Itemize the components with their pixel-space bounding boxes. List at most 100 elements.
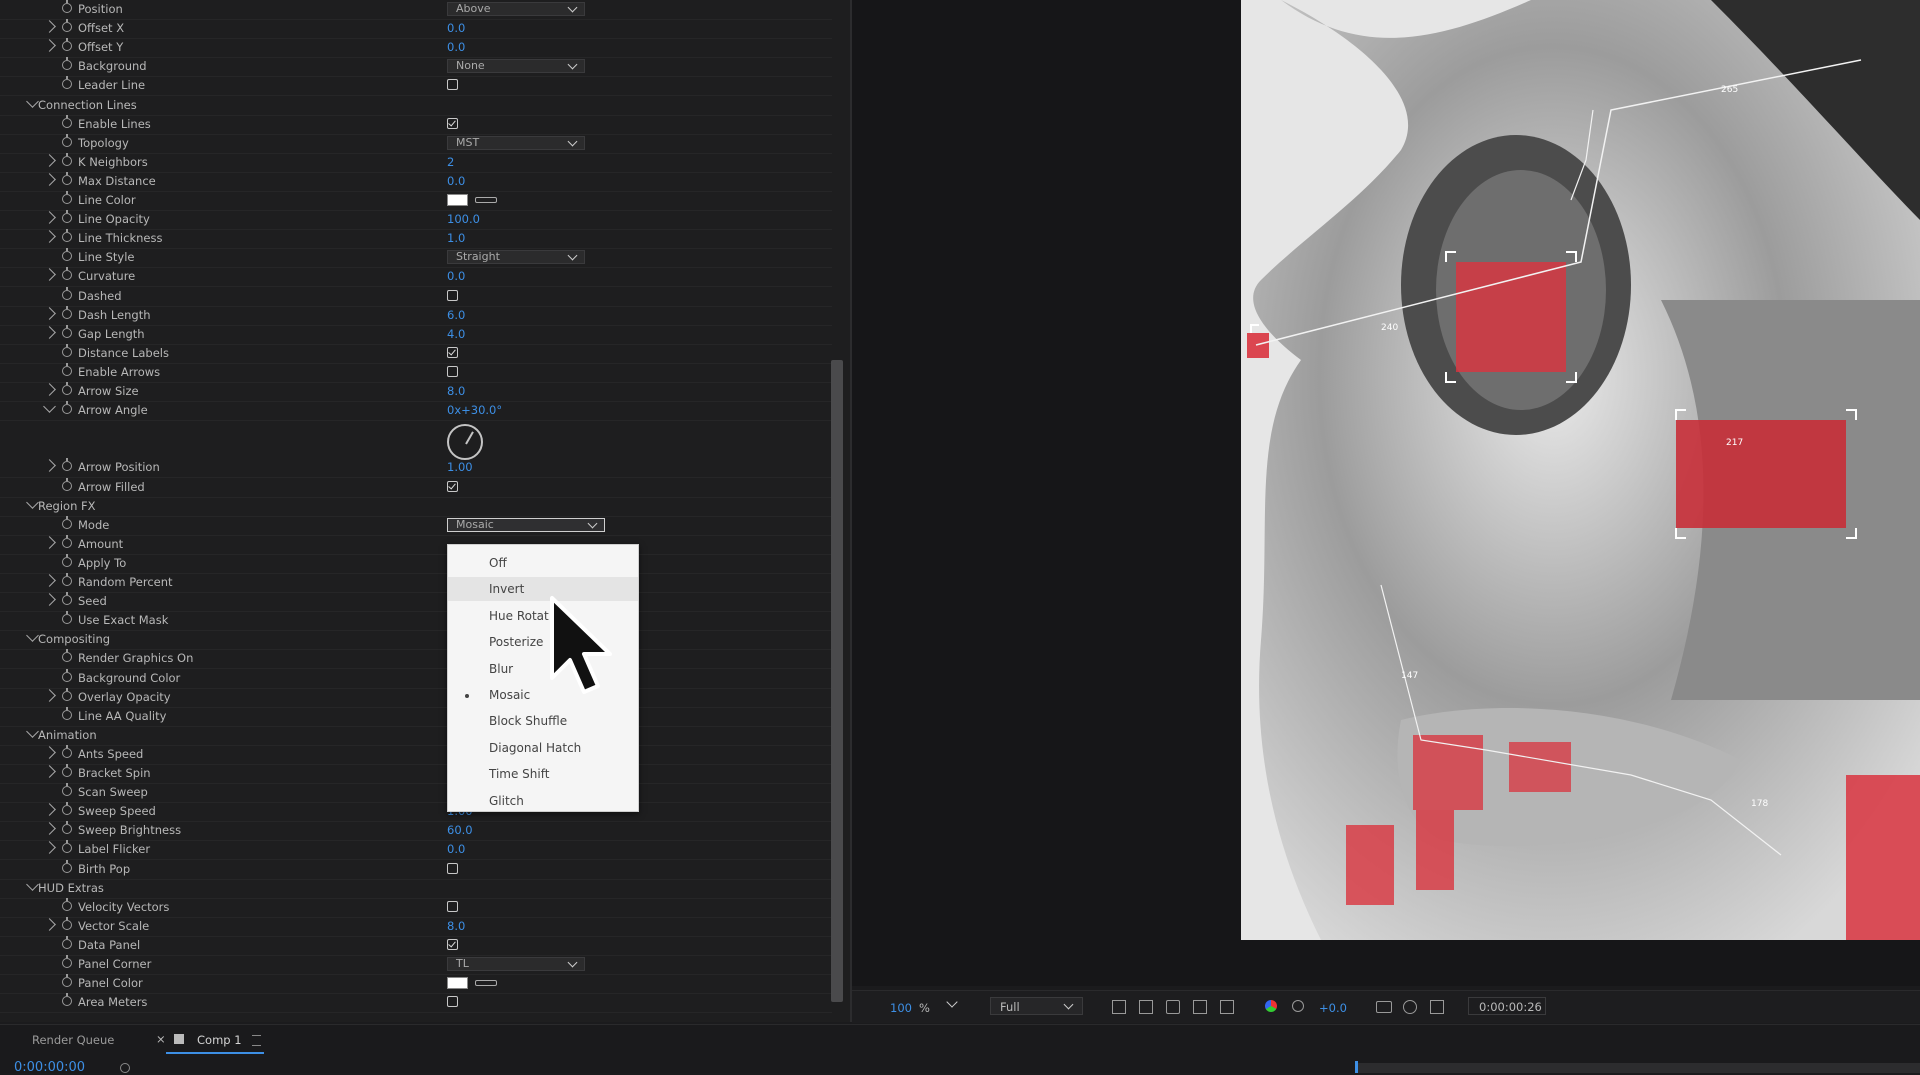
timecode-field[interactable]: 0:00:00:26 — [1468, 997, 1546, 1015]
stopwatch-icon[interactable] — [62, 534, 72, 548]
numeric-value[interactable]: 0.0 — [447, 40, 465, 54]
disclosure-triangle-icon[interactable] — [26, 94, 39, 108]
stopwatch-icon[interactable] — [62, 993, 72, 1007]
checkbox[interactable] — [447, 346, 458, 358]
numeric-value[interactable]: 8.0 — [447, 384, 465, 398]
disclosure-triangle-icon[interactable] — [43, 535, 56, 549]
stopwatch-icon[interactable] — [62, 343, 72, 357]
color-swatch[interactable] — [447, 977, 468, 990]
stopwatch-icon[interactable] — [62, 382, 72, 395]
tab-render-queue[interactable]: Render Queue — [32, 1033, 114, 1047]
disclosure-triangle-icon[interactable] — [43, 306, 56, 320]
disclosure-triangle-icon[interactable] — [43, 459, 56, 473]
menu-item-time-shift[interactable]: Time Shift — [448, 762, 638, 786]
stopwatch-icon[interactable] — [62, 401, 72, 415]
group-label[interactable]: HUD Extras — [38, 881, 104, 895]
disclosure-triangle-icon[interactable] — [43, 20, 56, 33]
stopwatch-icon[interactable] — [62, 57, 72, 71]
stopwatch-icon[interactable] — [62, 38, 72, 52]
stopwatch-icon[interactable] — [62, 305, 72, 319]
checkbox[interactable] — [447, 79, 458, 91]
disclosure-triangle-icon[interactable] — [43, 325, 56, 339]
disclosure-triangle-icon[interactable] — [43, 153, 56, 167]
disclosure-triangle-icon[interactable] — [43, 400, 56, 413]
numeric-value[interactable]: 0.0 — [447, 269, 465, 283]
disclosure-triangle-icon[interactable] — [43, 688, 56, 702]
checkbox[interactable] — [447, 480, 458, 492]
disclosure-triangle-icon[interactable] — [26, 629, 39, 643]
resolution-dropdown[interactable]: Full — [990, 997, 1083, 1015]
stopwatch-icon[interactable] — [62, 744, 72, 758]
checkbox[interactable] — [447, 117, 458, 129]
group-label[interactable]: Connection Lines — [38, 98, 137, 112]
stopwatch-icon[interactable] — [62, 649, 72, 663]
stopwatch-icon[interactable] — [62, 191, 72, 204]
stopwatch-icon[interactable] — [62, 592, 72, 606]
stopwatch-icon[interactable] — [62, 114, 72, 128]
stopwatch-icon[interactable] — [62, 783, 72, 797]
numeric-value[interactable]: 0x+30.0° — [447, 403, 502, 417]
close-icon[interactable]: × — [156, 1032, 166, 1046]
disclosure-triangle-icon[interactable] — [43, 746, 56, 759]
disclosure-triangle-icon[interactable] — [43, 822, 56, 836]
stopwatch-icon[interactable] — [62, 573, 72, 586]
menu-item-diagonal-hatch[interactable]: Diagonal Hatch — [448, 736, 638, 760]
stopwatch-icon[interactable] — [62, 0, 72, 13]
numeric-value[interactable]: 0.0 — [447, 21, 465, 35]
disclosure-triangle-icon[interactable] — [43, 39, 56, 53]
disclosure-triangle-icon[interactable] — [43, 268, 56, 282]
stopwatch-icon[interactable] — [62, 764, 72, 777]
menu-item-glitch[interactable]: Glitch — [448, 789, 638, 813]
stopwatch-icon[interactable] — [62, 611, 72, 625]
stopwatch-icon[interactable] — [62, 133, 72, 147]
stopwatch-icon[interactable] — [62, 897, 72, 911]
show-snapshot-icon[interactable] — [1403, 1000, 1417, 1014]
numeric-value[interactable]: 4.0 — [447, 327, 465, 341]
eyedropper-icon[interactable] — [475, 197, 497, 203]
transparency-grid-icon[interactable] — [1139, 1000, 1153, 1014]
disclosure-triangle-icon[interactable] — [43, 765, 56, 778]
disclosure-triangle-icon[interactable] — [43, 803, 56, 817]
numeric-value[interactable]: 8.0 — [447, 919, 465, 933]
disclosure-triangle-icon[interactable] — [43, 841, 56, 855]
stopwatch-icon[interactable] — [62, 668, 72, 682]
stopwatch-icon[interactable] — [62, 687, 72, 701]
group-label[interactable]: Animation — [38, 728, 97, 742]
fast-preview-icon[interactable] — [1430, 1000, 1444, 1014]
disclosure-triangle-icon[interactable] — [43, 173, 56, 186]
playhead[interactable] — [1355, 1061, 1358, 1073]
stopwatch-icon[interactable] — [62, 286, 72, 300]
numeric-value[interactable]: 60.0 — [447, 823, 473, 837]
stopwatch-icon[interactable] — [62, 152, 72, 166]
stopwatch-icon[interactable] — [62, 859, 72, 873]
property-dropdown[interactable]: Mosaic — [447, 517, 605, 532]
property-dropdown[interactable]: Straight — [447, 250, 585, 265]
guides-icon[interactable] — [1193, 1000, 1207, 1014]
disclosure-triangle-icon[interactable] — [26, 724, 39, 738]
tab-comp[interactable]: Comp 1 — [197, 1033, 242, 1047]
eyedropper-icon[interactable] — [475, 980, 497, 987]
arrow-angle-dial[interactable] — [447, 424, 483, 460]
disclosure-triangle-icon[interactable] — [43, 593, 56, 606]
stopwatch-icon[interactable] — [62, 324, 72, 338]
stopwatch-icon[interactable] — [62, 515, 72, 529]
mask-visibility-icon[interactable] — [1166, 1000, 1180, 1014]
color-swatch[interactable] — [447, 194, 468, 206]
color-channels-icon[interactable] — [1265, 1000, 1277, 1012]
stopwatch-icon[interactable] — [62, 955, 72, 968]
stopwatch-icon[interactable] — [62, 840, 72, 854]
disclosure-triangle-icon[interactable] — [43, 383, 56, 396]
stopwatch-icon[interactable] — [62, 706, 72, 720]
disclosure-triangle-icon[interactable] — [43, 574, 56, 587]
checkbox[interactable] — [447, 365, 458, 377]
panel-scrollbar[interactable] — [831, 360, 843, 1002]
disclosure-triangle-icon[interactable] — [43, 917, 56, 931]
numeric-value[interactable]: 100.0 — [447, 212, 480, 226]
menu-item-off[interactable]: Off — [448, 551, 638, 575]
stopwatch-icon[interactable] — [62, 553, 72, 567]
stopwatch-icon[interactable] — [62, 458, 72, 472]
zoom-value[interactable]: 100 — [890, 1001, 912, 1015]
region-of-interest-icon[interactable] — [1112, 1000, 1126, 1014]
menu-item-block-shuffle[interactable]: Block Shuffle — [448, 709, 638, 733]
disclosure-triangle-icon[interactable] — [43, 211, 56, 224]
